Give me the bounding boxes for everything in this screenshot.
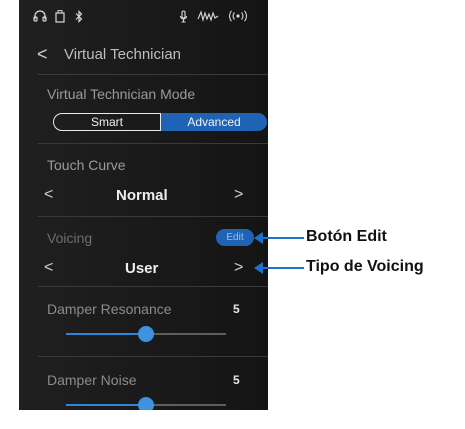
callout-edit-button: Botón Edit — [306, 228, 387, 245]
page-title: Virtual Technician — [64, 46, 182, 63]
mode-segmented-control: Smart Advanced — [53, 113, 267, 131]
voicing-next-button[interactable]: > — [234, 259, 243, 277]
mode-label: Virtual Technician Mode — [47, 86, 196, 102]
bluetooth-icon — [75, 10, 83, 26]
damper-noise-slider-handle[interactable] — [138, 397, 154, 410]
callout-line-edit — [262, 237, 304, 239]
status-bar — [19, 0, 268, 34]
mode-option-advanced[interactable]: Advanced — [161, 113, 267, 131]
divider — [38, 216, 268, 217]
back-button[interactable]: < — [37, 44, 48, 65]
damper-noise-slider-fill — [66, 404, 146, 406]
divider — [38, 286, 268, 287]
touch-curve-prev-button[interactable]: < — [44, 186, 53, 204]
touch-curve-label: Touch Curve — [47, 157, 126, 173]
voicing-label: Voicing — [47, 230, 93, 246]
divider — [38, 74, 268, 75]
damper-resonance-value: 5 — [233, 302, 240, 316]
voicing-prev-button[interactable]: < — [44, 259, 53, 277]
damper-resonance-label: Damper Resonance — [47, 301, 172, 317]
touch-curve-value: Normal — [116, 187, 168, 204]
damper-noise-label: Damper Noise — [47, 372, 137, 388]
damper-noise-slider[interactable] — [66, 397, 226, 410]
mode-option-smart[interactable]: Smart — [53, 113, 161, 131]
damper-resonance-slider-handle[interactable] — [138, 326, 154, 342]
divider — [38, 143, 268, 144]
damper-resonance-slider-fill — [66, 333, 146, 335]
header-bar: < Virtual Technician — [19, 40, 268, 70]
audio-waveform-icon — [197, 10, 219, 25]
divider — [38, 356, 268, 357]
virtual-technician-screen: < Virtual Technician Virtual Technician … — [19, 0, 268, 410]
touch-curve-next-button[interactable]: > — [234, 186, 243, 204]
callout-voicing-type: Tipo de Voicing — [306, 258, 424, 275]
usb-storage-icon — [55, 10, 65, 26]
wireless-icon — [227, 10, 249, 25]
damper-noise-value: 5 — [233, 373, 240, 387]
headphones-icon — [33, 10, 47, 25]
voicing-edit-button[interactable]: Edit — [216, 229, 254, 246]
callout-line-voicing — [262, 267, 304, 269]
microphone-icon — [179, 10, 188, 26]
damper-resonance-slider[interactable] — [66, 326, 226, 342]
voicing-value: User — [125, 260, 159, 277]
